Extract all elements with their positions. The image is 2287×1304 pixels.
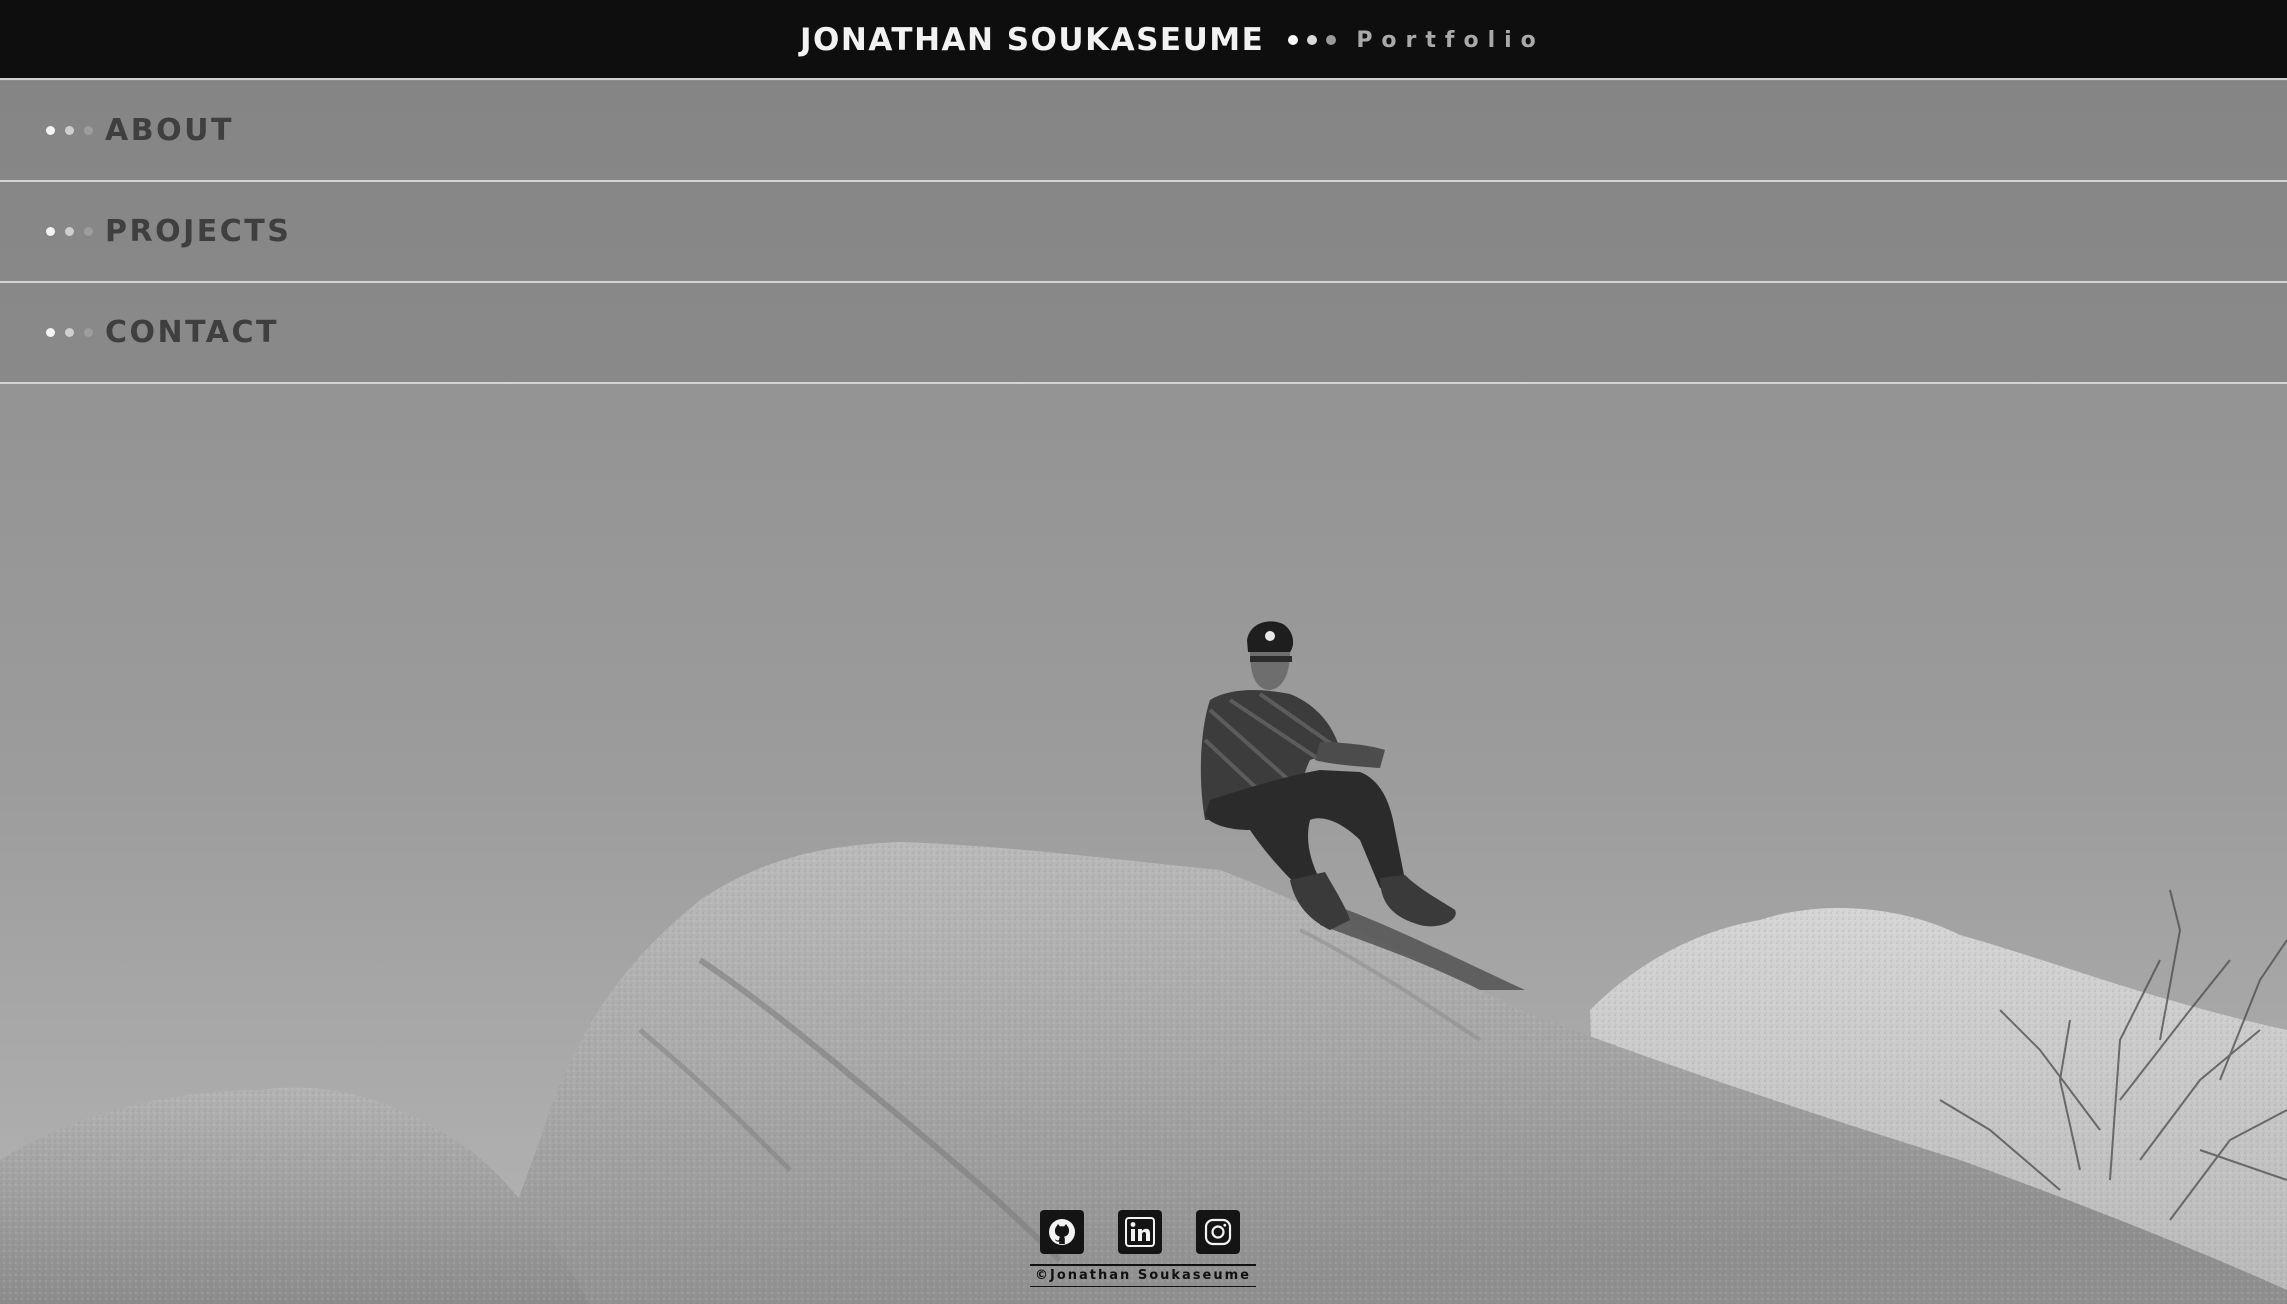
nav-label[interactable]: PROJECTS [105, 214, 291, 249]
dot-icon [46, 328, 55, 337]
instagram-icon [1204, 1218, 1232, 1246]
dot-icon [65, 227, 74, 236]
nav-dots [46, 328, 93, 337]
nav-dots [46, 227, 93, 236]
dot-icon [46, 227, 55, 236]
nav-item-projects[interactable]: PROJECTS [0, 182, 2287, 283]
dot-icon [84, 328, 93, 337]
dot-icon [65, 126, 74, 135]
nav-label[interactable]: ABOUT [105, 113, 234, 148]
footer-divider-bottom [1030, 1286, 1256, 1287]
nav-item-about[interactable]: ABOUT [0, 81, 2287, 182]
dot-icon [46, 126, 55, 135]
dot-icon [1288, 35, 1299, 45]
github-icon [1049, 1219, 1075, 1245]
main-nav: ABOUT PROJECTS CONTACT [0, 81, 2287, 384]
nav-dots [46, 126, 93, 135]
copyright-text: ©Jonathan Soukaseume [1035, 1268, 1251, 1283]
dot-icon [84, 227, 93, 236]
dot-icon [65, 328, 74, 337]
nav-item-contact[interactable]: CONTACT [0, 283, 2287, 384]
brand-dots [1288, 35, 1337, 45]
dot-icon [1326, 35, 1337, 45]
nav-label[interactable]: CONTACT [105, 315, 279, 350]
social-links [1040, 1210, 1240, 1254]
site-owner-name[interactable]: JONATHAN SOUKASEUME [800, 22, 1264, 58]
top-bar: JONATHAN SOUKASEUME Portfolio [0, 0, 2287, 80]
footer-divider [1030, 1264, 1256, 1266]
dot-icon [1307, 35, 1318, 45]
github-link[interactable] [1040, 1210, 1084, 1254]
site-subtitle: Portfolio [1356, 27, 1545, 53]
linkedin-link[interactable] [1118, 1210, 1162, 1254]
instagram-link[interactable] [1196, 1210, 1240, 1254]
dot-icon [84, 126, 93, 135]
linkedin-icon [1125, 1217, 1155, 1247]
brand: JONATHAN SOUKASEUME Portfolio [800, 0, 1545, 80]
